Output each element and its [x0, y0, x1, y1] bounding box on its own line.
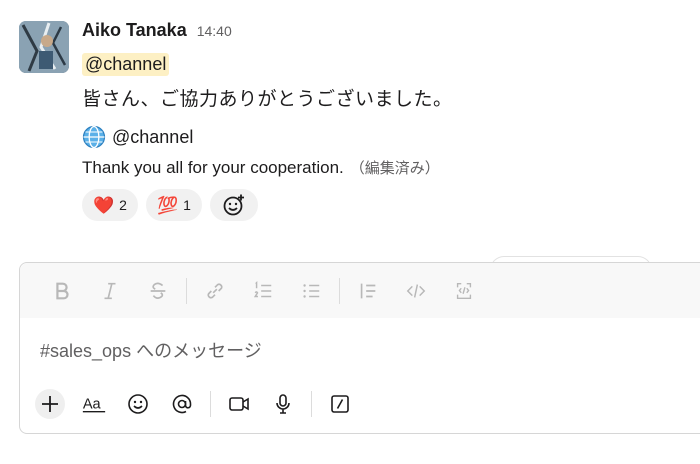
strikethrough-icon	[150, 282, 166, 299]
add-emoji-icon	[223, 194, 244, 216]
link-icon	[207, 283, 223, 298]
audio-button[interactable]	[261, 387, 305, 421]
message: Aiko Tanaka 14:40 @channel 皆さん、ご協力ありがとうご…	[82, 20, 700, 221]
slash-command-button[interactable]	[318, 387, 362, 421]
reaction-count: 1	[183, 197, 191, 213]
globe-icon	[82, 125, 106, 149]
translated-mention[interactable]: @channel	[112, 127, 193, 148]
formatting-toggle-button[interactable]: Aa	[72, 387, 116, 421]
bulleted-list-icon	[303, 283, 320, 298]
code-icon	[406, 283, 426, 298]
toolbar-divider	[186, 277, 187, 304]
at-sign-icon	[172, 394, 192, 414]
timestamp[interactable]: 14:40	[197, 23, 232, 39]
microphone-icon	[276, 394, 290, 414]
emoji-button[interactable]	[116, 387, 160, 421]
code-block-button[interactable]	[440, 271, 488, 311]
toolbar-divider	[339, 277, 340, 304]
video-camera-icon	[229, 397, 249, 411]
reaction-hundred[interactable]: 💯 1	[145, 189, 202, 221]
mention-button[interactable]	[160, 387, 204, 421]
bold-icon	[56, 282, 69, 299]
code-block-icon	[456, 282, 472, 299]
composer-actions: Aa	[28, 387, 362, 421]
message-composer: #sales_ops へのメッセージ Aa	[19, 262, 700, 434]
edited-label: （編集済み）	[349, 160, 440, 177]
plus-icon	[42, 396, 58, 412]
reactions: ❤️ 2 💯 1	[82, 189, 700, 221]
code-button[interactable]	[392, 271, 440, 311]
add-reaction-button[interactable]	[209, 189, 258, 221]
italic-button[interactable]	[86, 271, 134, 311]
add-button[interactable]	[28, 387, 72, 421]
video-button[interactable]	[217, 387, 261, 421]
message-text: 皆さん、ご協力ありがとうございました。	[82, 89, 453, 110]
strikethrough-button[interactable]	[134, 271, 182, 311]
heart-icon: ❤️	[93, 195, 115, 215]
translation-block: @channel Thank you all for your cooperat…	[82, 125, 700, 178]
hundred-points-icon: 💯	[156, 195, 179, 215]
formatting-toolbar	[20, 263, 700, 318]
link-button[interactable]	[191, 271, 239, 311]
toolbar-divider	[210, 391, 211, 417]
blockquote-button[interactable]	[344, 271, 392, 311]
ordered-list-icon	[253, 280, 272, 297]
italic-icon	[104, 282, 116, 299]
bold-button[interactable]	[38, 271, 86, 311]
reaction-heart[interactable]: ❤️ 2	[82, 189, 138, 221]
blockquote-icon	[360, 283, 376, 298]
bulleted-list-button[interactable]	[287, 271, 335, 311]
translated-text: Thank you all for your cooperation.	[82, 158, 344, 177]
toolbar-divider	[311, 391, 312, 417]
smiley-icon	[128, 394, 148, 414]
slash-command-icon	[331, 395, 349, 413]
text-format-icon: Aa	[83, 396, 106, 413]
svg-text:Aa: Aa	[83, 396, 102, 412]
author-name[interactable]: Aiko Tanaka	[82, 20, 187, 41]
message-input[interactable]: #sales_ops へのメッセージ	[40, 337, 262, 363]
reaction-count: 2	[119, 197, 127, 213]
channel-mention[interactable]: @channel	[82, 53, 170, 76]
ordered-list-button[interactable]	[239, 271, 287, 311]
avatar[interactable]	[19, 21, 69, 73]
